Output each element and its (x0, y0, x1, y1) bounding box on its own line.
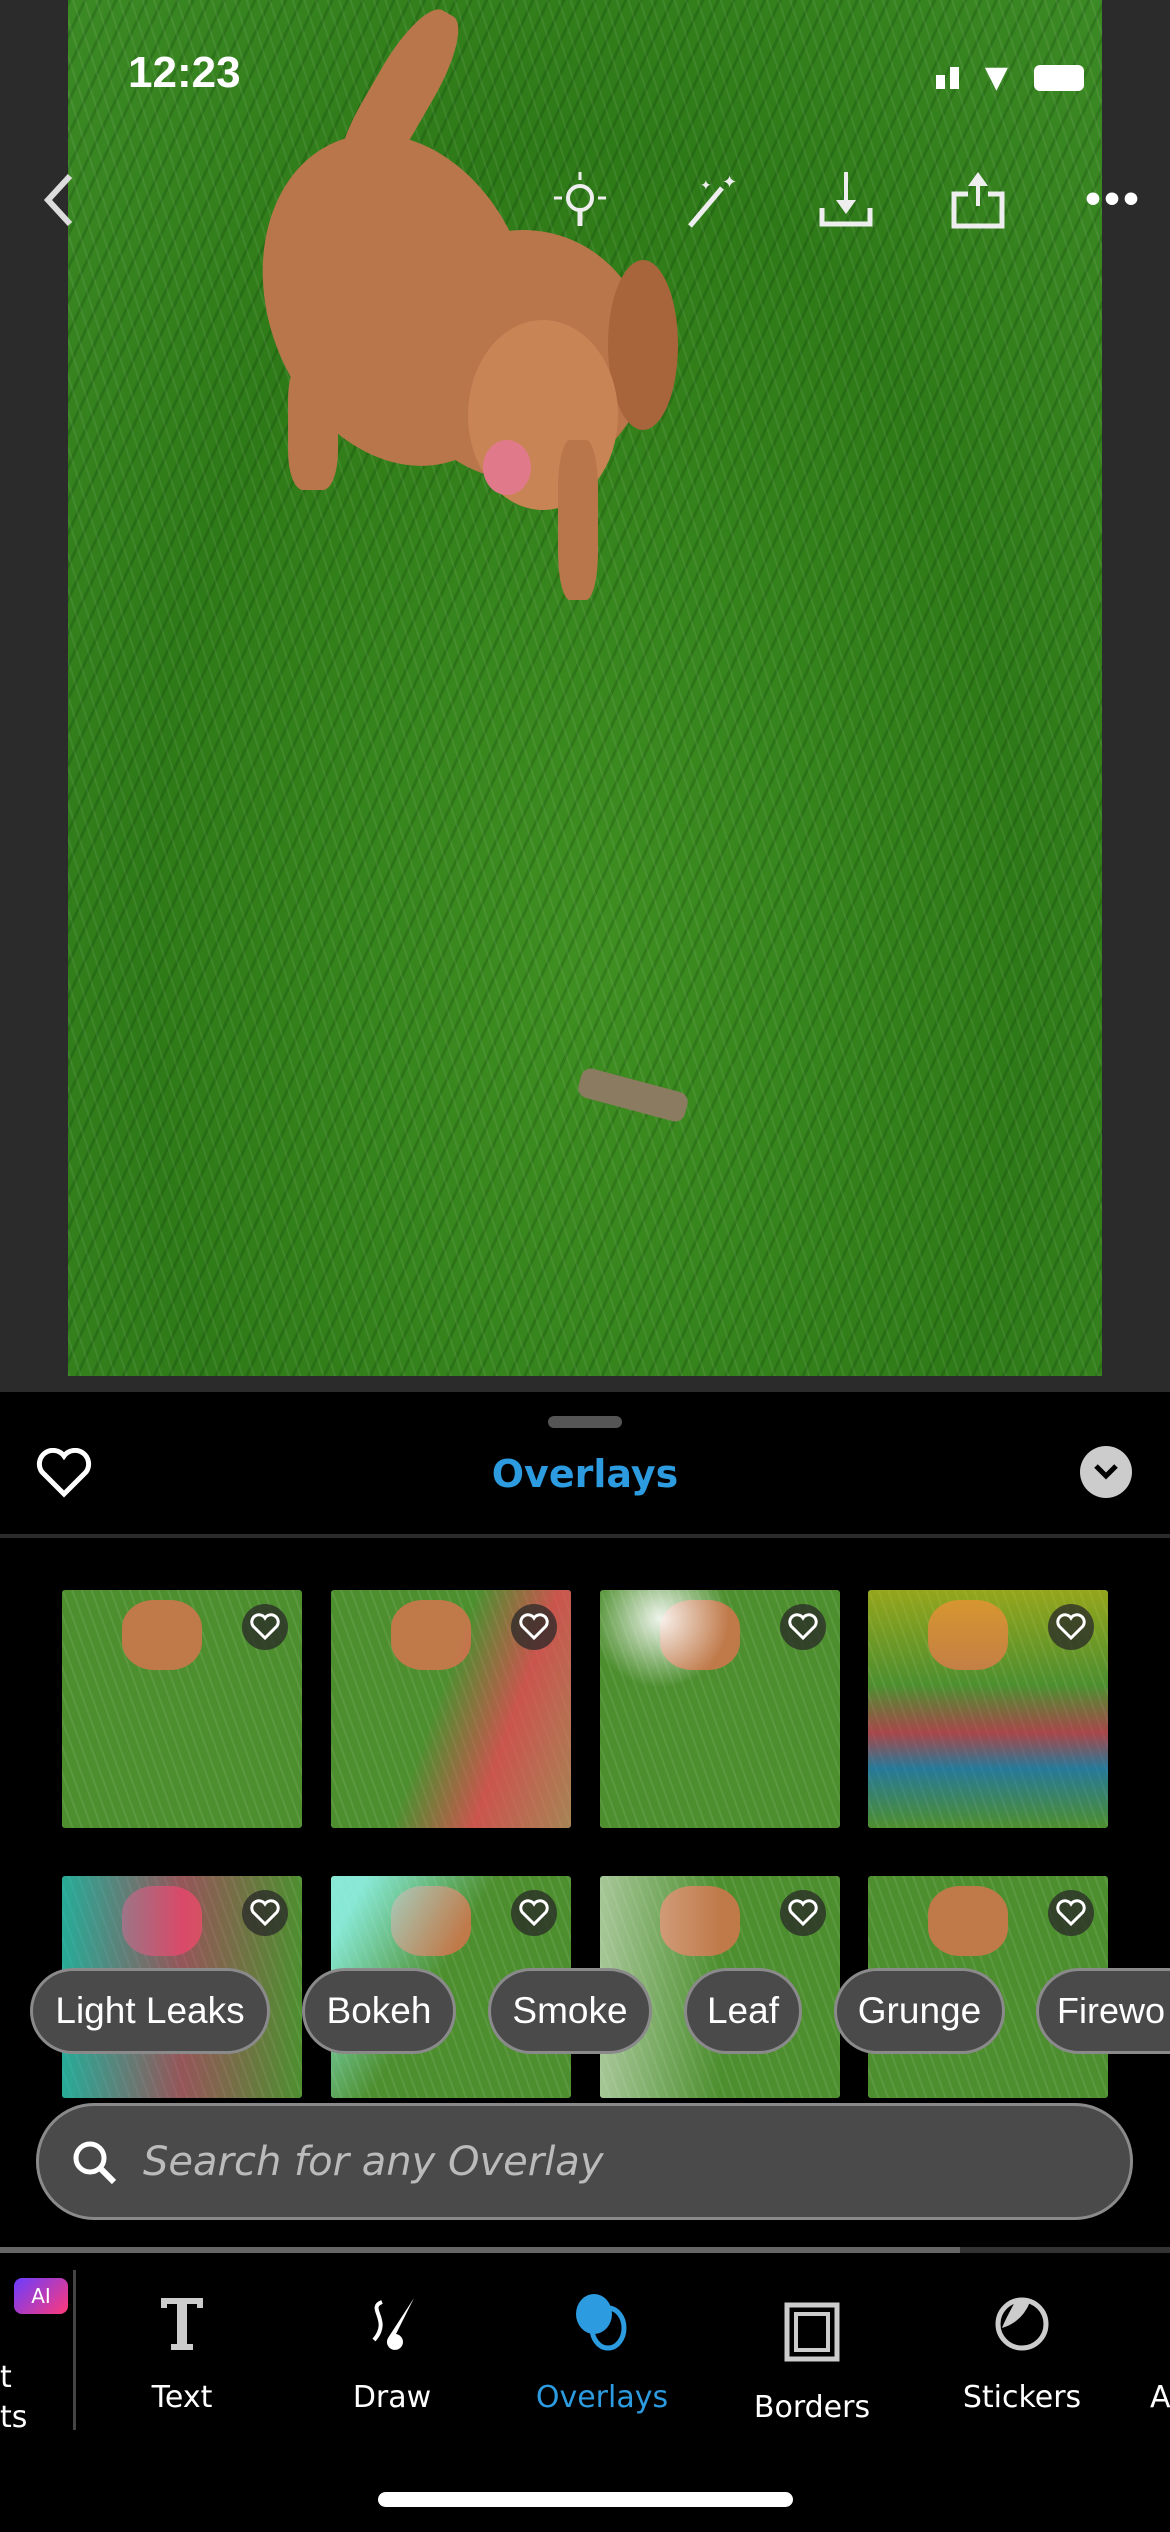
wifi-icon: ▼ (984, 60, 1008, 95)
photo-canvas: 12:23 ▼ ✦ ✦ ••• (0, 0, 1170, 1392)
status-time: 12:23 (128, 48, 241, 97)
favorite-icon[interactable] (242, 1604, 288, 1650)
lightbulb-icon[interactable] (550, 170, 610, 230)
home-indicator[interactable] (378, 2492, 793, 2507)
battery-icon (1034, 64, 1084, 91)
category-chip[interactable]: Smoke (488, 1968, 652, 2054)
tool-stickers[interactable]: Stickers (932, 2282, 1112, 2415)
tool-label: A (1150, 2380, 1170, 2415)
tool-draw[interactable]: Draw (302, 2282, 482, 2415)
category-chip[interactable]: Leaf (684, 1968, 802, 2054)
tool-text[interactable]: Text (92, 2282, 272, 2415)
overlay-thumbnail[interactable] (62, 1590, 302, 1828)
overlays-icon (512, 2282, 692, 2362)
signal-icon (935, 66, 959, 89)
favorite-icon[interactable] (511, 1890, 557, 1936)
share-button[interactable] (948, 170, 1008, 230)
tool-label: Stickers (962, 2380, 1082, 2415)
favorite-icon[interactable] (242, 1890, 288, 1936)
tool-label: Draw (352, 2380, 432, 2415)
tool-overlays[interactable]: Overlays (512, 2282, 692, 2415)
magic-wand-icon[interactable]: ✦ ✦ (682, 170, 742, 230)
favorite-icon[interactable] (1048, 1604, 1094, 1650)
svg-text:✦: ✦ (722, 172, 737, 193)
borders-icon (722, 2292, 902, 2372)
toolbar-scrollbar[interactable] (0, 2247, 1170, 2253)
divider (0, 1534, 1170, 1538)
overlay-thumbnail[interactable] (600, 1590, 840, 1828)
search-icon (73, 2141, 117, 2184)
favorite-icon[interactable] (780, 1604, 826, 1650)
search-placeholder: Search for any Overlay (143, 2138, 604, 2185)
favorite-icon[interactable] (511, 1604, 557, 1650)
collapse-button[interactable] (1080, 1446, 1132, 1498)
panel-drag-handle[interactable] (548, 1416, 622, 1428)
favorite-icon[interactable] (780, 1890, 826, 1936)
download-button[interactable] (816, 170, 876, 230)
svg-text:✦: ✦ (700, 178, 712, 194)
search-input[interactable]: Search for any Overlay (36, 2103, 1133, 2220)
panel-title: Overlays (491, 1452, 679, 1496)
back-button[interactable] (30, 170, 90, 230)
draw-icon (302, 2282, 482, 2362)
a-icon (1150, 2282, 1170, 2362)
more-button[interactable]: ••• (1080, 170, 1142, 230)
category-chip[interactable]: Light Leaks (30, 1968, 270, 2054)
tool-label: Overlays (535, 2380, 669, 2415)
tool-a[interactable]: A (1150, 2282, 1170, 2415)
category-chip[interactable]: Bokeh (302, 1968, 456, 2054)
overlay-thumbnail[interactable] (331, 1590, 571, 1828)
ai-tool-partial[interactable]: AI t ts (0, 2270, 76, 2435)
stickers-icon (932, 2282, 1112, 2362)
overlay-thumbnail[interactable] (868, 1590, 1108, 1828)
ai-tool-label: t ts (0, 2360, 28, 2435)
tool-label: Text (151, 2380, 213, 2415)
text-icon (92, 2282, 272, 2362)
tool-label: Borders (753, 2390, 871, 2425)
ai-badge: AI (14, 2278, 68, 2314)
tool-borders[interactable]: Borders (722, 2292, 902, 2425)
category-chip[interactable]: Firewo (1036, 1968, 1170, 2054)
category-chip[interactable]: Grunge (834, 1968, 1005, 2054)
favorite-icon[interactable] (1048, 1890, 1094, 1936)
